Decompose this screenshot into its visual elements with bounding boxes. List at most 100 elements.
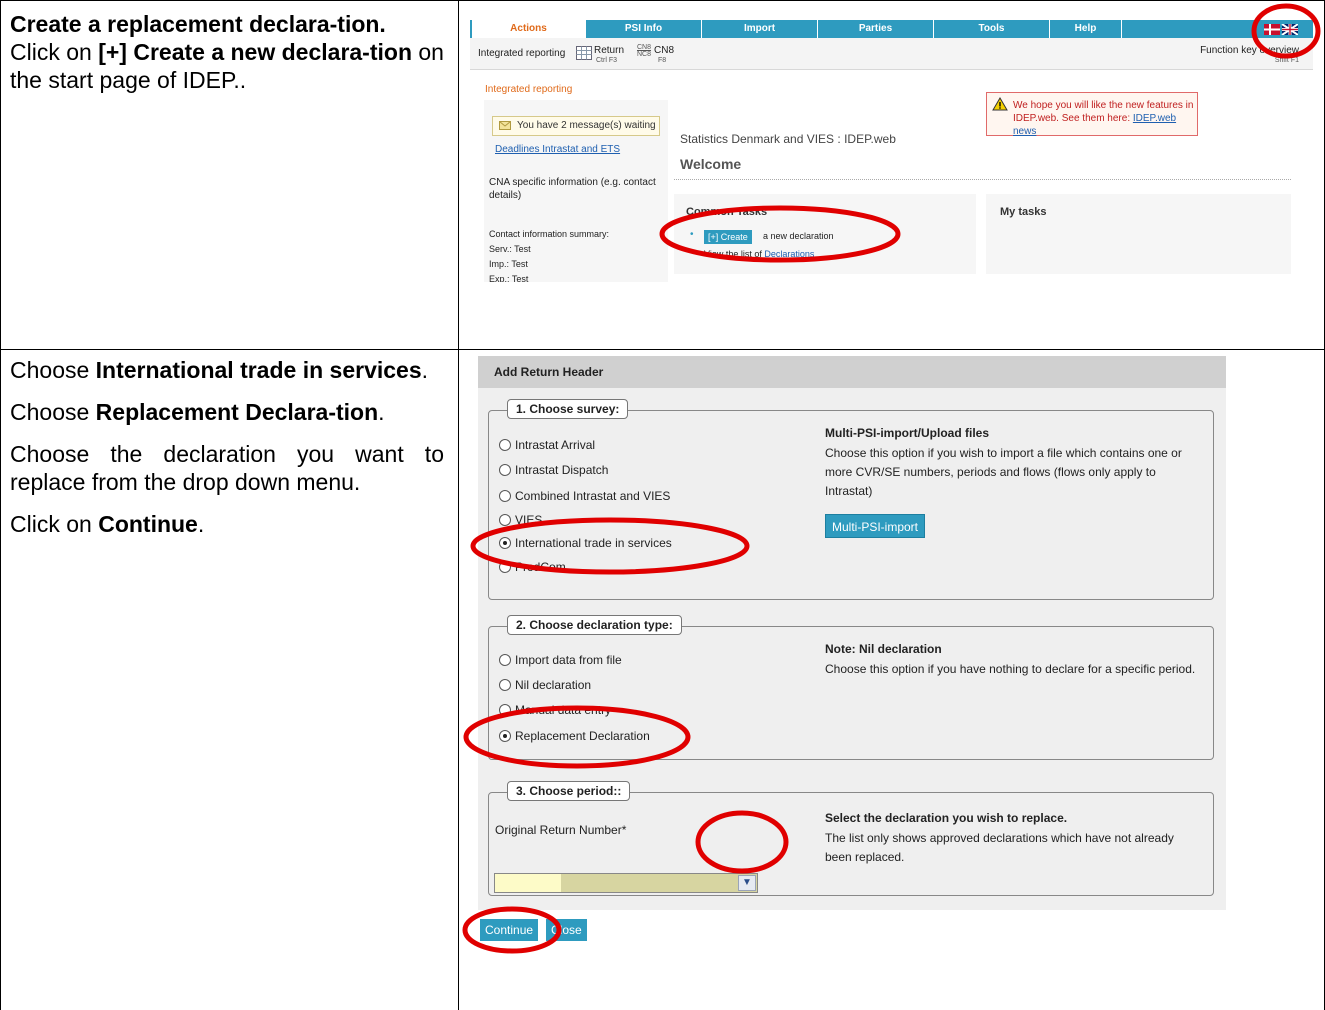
left-info-panel: You have 2 message(s) waiting Deadlines … [484, 100, 668, 282]
cn8-icon-top[interactable]: CN8 [637, 44, 651, 51]
messages-waiting[interactable]: You have 2 message(s) waiting [492, 116, 660, 136]
contact-summary-title: Contact information summary: [489, 229, 610, 239]
replace-text: The list only shows approved declaration… [825, 831, 1174, 864]
radio-selected-icon[interactable] [499, 730, 511, 742]
row1-text: Click on [+] Create a new declara-tion o… [10, 38, 450, 94]
row1-text-bold: [+] Create a new declara-tion [98, 39, 412, 65]
table-border-middle [0, 349, 1325, 350]
original-return-value [495, 874, 561, 892]
table-border-divider [458, 0, 459, 1010]
toolbar-cn8[interactable]: CN8 [654, 45, 674, 56]
row2-step-type-bold: Replacement Declara-tion [95, 399, 379, 425]
row2-step-dropdown: Choose the declaration you want to repla… [10, 441, 444, 495]
close-button[interactable]: Close [546, 919, 587, 941]
divider [674, 179, 1291, 180]
declaration-type-fieldset: 2. Choose declaration type: Import data … [488, 615, 1214, 760]
row2-step-continue-post: . [197, 511, 205, 537]
chevron-down-icon[interactable]: ▼ [738, 875, 756, 891]
menu-parties[interactable]: Parties [818, 20, 934, 38]
survey-fieldset: 1. Choose survey: Intrastat Arrival Intr… [488, 399, 1214, 600]
multi-psi-text: Choose this option if you wish to import… [825, 446, 1182, 498]
radio-icon[interactable] [499, 514, 511, 526]
breadcrumb[interactable]: Integrated reporting [485, 84, 572, 95]
continue-button[interactable]: Continue [480, 919, 539, 941]
cn8-icon-bottom[interactable]: NC8 [637, 51, 651, 58]
row1-instructions: Create a replacement declara-tion. Click… [10, 10, 450, 94]
return-icon[interactable] [576, 46, 592, 60]
menu-tools[interactable]: Tools [934, 20, 1050, 38]
survey-option-prodcom[interactable]: ProdCom [499, 560, 566, 574]
type-option-nil[interactable]: Nil declaration [499, 678, 591, 692]
contact-line-serv: Serv.: Test [489, 244, 531, 254]
language-flags-icon[interactable] [1264, 24, 1298, 35]
original-return-dropdown[interactable]: ▼ [494, 873, 758, 893]
declaration-type-legend: 2. Choose declaration type: [507, 615, 682, 635]
survey-option-vies[interactable]: VIES [499, 513, 542, 527]
type-option-manual[interactable]: Manual data entry [499, 703, 611, 717]
envelope-icon [499, 121, 511, 130]
survey-option-combined[interactable]: Combined Intrastat and VIES [499, 489, 670, 503]
radio-icon[interactable] [499, 464, 511, 476]
row2-step-continue-pre: Click on [10, 511, 99, 537]
type-option-replacement[interactable]: Replacement Declaration [499, 729, 650, 743]
contact-summary: Contact information summary: Serv.: Test… [489, 227, 609, 282]
type-option-label: Import data from file [515, 653, 622, 667]
warning-icon [992, 97, 1008, 111]
view-declarations-text: View the list of [704, 249, 765, 259]
toolbar-return[interactable]: Return [594, 45, 624, 56]
survey-option-label: VIES [515, 513, 543, 527]
table-border-top [0, 0, 1325, 1]
deadlines-link[interactable]: Deadlines Intrastat and ETS [495, 144, 620, 155]
survey-option-label: ProdCom [515, 560, 566, 574]
menu-psi-info[interactable]: PSI Info [586, 20, 702, 38]
main-menu-bar: Actions PSI Info Import Parties Tools He… [470, 20, 1313, 38]
radio-icon[interactable] [499, 561, 511, 573]
row2-step-survey-bold: International trade in services [95, 357, 422, 383]
survey-option-label: Combined Intrastat and VIES [515, 489, 671, 503]
replace-title: Select the declaration you wish to repla… [825, 811, 1068, 825]
row2-step-survey-pre: Choose [10, 357, 96, 383]
dialog-body: 1. Choose survey: Intrastat Arrival Intr… [478, 388, 1226, 910]
toolbar-integrated-reporting[interactable]: Integrated reporting [478, 48, 565, 59]
common-tasks-heading: Common Tasks [686, 206, 768, 218]
survey-option-label: International trade in services [515, 536, 672, 550]
row2-step-continue-bold: Continue [98, 511, 198, 537]
row1-title: Create a replacement declara-tion. [10, 11, 386, 37]
survey-legend: 1. Choose survey: [507, 399, 629, 419]
messages-waiting-text: You have 2 message(s) waiting [517, 120, 656, 131]
survey-option-intrastat-arrival[interactable]: Intrastat Arrival [499, 438, 595, 452]
period-legend: 3. Choose period:: [507, 781, 631, 801]
survey-option-label: Intrastat Dispatch [515, 463, 609, 477]
survey-option-intrastat-dispatch[interactable]: Intrastat Dispatch [499, 463, 608, 477]
table-border-left [0, 0, 1, 1010]
toolbar-function-keys[interactable]: Function key overview [1200, 45, 1299, 56]
idep-start-screenshot: Actions PSI Info Import Parties Tools He… [470, 14, 1313, 282]
type-option-label: Manual data entry [515, 703, 612, 717]
type-option-import-file[interactable]: Import data from file [499, 653, 622, 667]
type-option-label: Replacement Declaration [515, 729, 650, 743]
multi-psi-import-button[interactable]: Multi-PSI-import [825, 514, 926, 538]
toolbar-return-shortcut: Ctrl F3 [596, 57, 617, 64]
radio-icon[interactable] [499, 654, 511, 666]
menu-actions[interactable]: Actions [472, 20, 586, 38]
cna-info: CNA specific information (e.g. contact d… [489, 177, 656, 201]
welcome-heading: Welcome [680, 156, 742, 172]
radio-icon[interactable] [499, 679, 511, 691]
radio-icon[interactable] [499, 439, 511, 451]
survey-option-international-trade[interactable]: International trade in services [499, 536, 672, 550]
create-declaration-button[interactable]: [+] Create [704, 230, 752, 244]
row2-step-continue: Click on Continue. [10, 510, 444, 538]
row2-instructions: Choose International trade in services. … [10, 356, 444, 552]
menu-import[interactable]: Import [702, 20, 818, 38]
dialog-title: Add Return Header [478, 356, 1226, 388]
radio-icon[interactable] [499, 704, 511, 716]
radio-selected-icon[interactable] [499, 537, 511, 549]
row2-step-survey: Choose International trade in services. [10, 356, 444, 384]
multi-psi-title: Multi-PSI-import/Upload files [825, 426, 989, 440]
radio-icon[interactable] [499, 490, 511, 502]
menu-help[interactable]: Help [1050, 20, 1122, 38]
declarations-link[interactable]: Declarations [764, 249, 814, 259]
row1-text-pre: Click on [10, 39, 99, 65]
view-declarations: View the list of Declarations [704, 249, 814, 259]
contact-line-imp: Imp.: Test [489, 259, 528, 269]
